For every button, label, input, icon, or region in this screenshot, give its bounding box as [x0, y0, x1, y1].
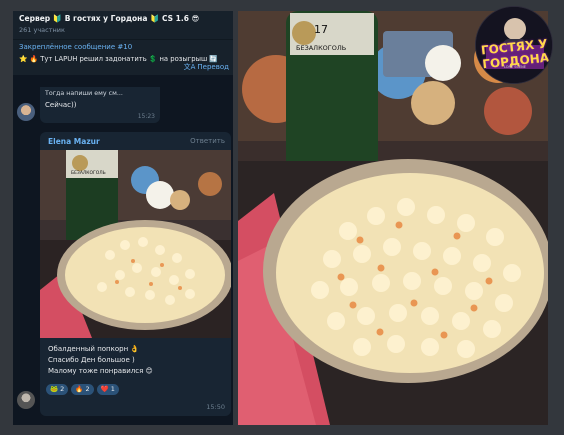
previous-time: 15:23	[137, 113, 155, 120]
translate-icon: 文A	[183, 63, 196, 71]
message-caption: Обалденный попкорн 👌 Спасибо Ден большое…	[48, 344, 153, 377]
previous-quote: Тогда напиши ему см...	[45, 90, 123, 97]
pinned-label: Закреплённое сообщение #10	[19, 43, 133, 51]
logo-subtitle: LORE SCENE	[503, 65, 527, 69]
reaction-heart[interactable]: ❤️ 1	[96, 384, 119, 395]
chat-header[interactable]: Сервер 🔰 В гостях у Гордона 🔰 CS 1.6 😎 2…	[13, 11, 233, 39]
caption-line: Обалденный попкорн 👌	[48, 345, 140, 353]
avatar[interactable]	[17, 391, 35, 409]
reaction-frog[interactable]: 🐸 2	[46, 384, 69, 395]
photo-message[interactable]: Elena Mazur Ответить БЕЗАЛКОГОЛЬ Обалден…	[40, 132, 231, 416]
telegram-chat-panel: Сервер 🔰 В гостях у Гордона 🔰 CS 1.6 😎 2…	[13, 11, 233, 425]
popcorn-photo-thumbnail: БЕЗАЛКОГОЛЬ	[40, 150, 231, 338]
translate-label: Перевод	[197, 63, 229, 71]
bottle-number: 17	[314, 23, 328, 36]
caption-line: Спасибо Ден большое )	[48, 356, 135, 364]
channel-logo: ГОСТЯХ У ГОРДОНА LORE SCENE	[475, 6, 553, 84]
pinned-message-bar[interactable]: Закреплённое сообщение #10 ⭐ 🔥 Тут LAPUH…	[13, 39, 233, 75]
reactions-row: 🐸 2 🔥 2 ❤️ 1	[46, 384, 119, 395]
messages-area[interactable]: Тогда напиши ему см... Сейчас)) 15:23 El…	[13, 75, 233, 425]
translate-button[interactable]: 文A Перевод	[184, 62, 229, 72]
sender-name[interactable]: Elena Mazur	[48, 137, 100, 146]
member-count: 261 участник	[19, 26, 65, 34]
avatar[interactable]	[17, 103, 35, 121]
message-photo[interactable]: БЕЗАЛКОГОЛЬ	[40, 150, 231, 338]
previous-message[interactable]: Тогда напиши ему см... Сейчас)) 15:23	[40, 87, 160, 123]
caption-line: Малому тоже понравился 😊	[48, 367, 153, 375]
previous-text: Сейчас))	[45, 101, 77, 109]
chat-title: Сервер 🔰 В гостях у Гордона 🔰 CS 1.6 😎	[19, 14, 200, 23]
bottle-label: БЕЗАЛКОГОЛЬ	[296, 44, 346, 52]
reaction-fire[interactable]: 🔥 2	[71, 384, 94, 395]
reply-button[interactable]: Ответить	[190, 137, 225, 145]
message-time: 15:50	[206, 403, 225, 411]
bottle-label-small: БЕЗАЛКОГОЛЬ	[71, 170, 106, 176]
